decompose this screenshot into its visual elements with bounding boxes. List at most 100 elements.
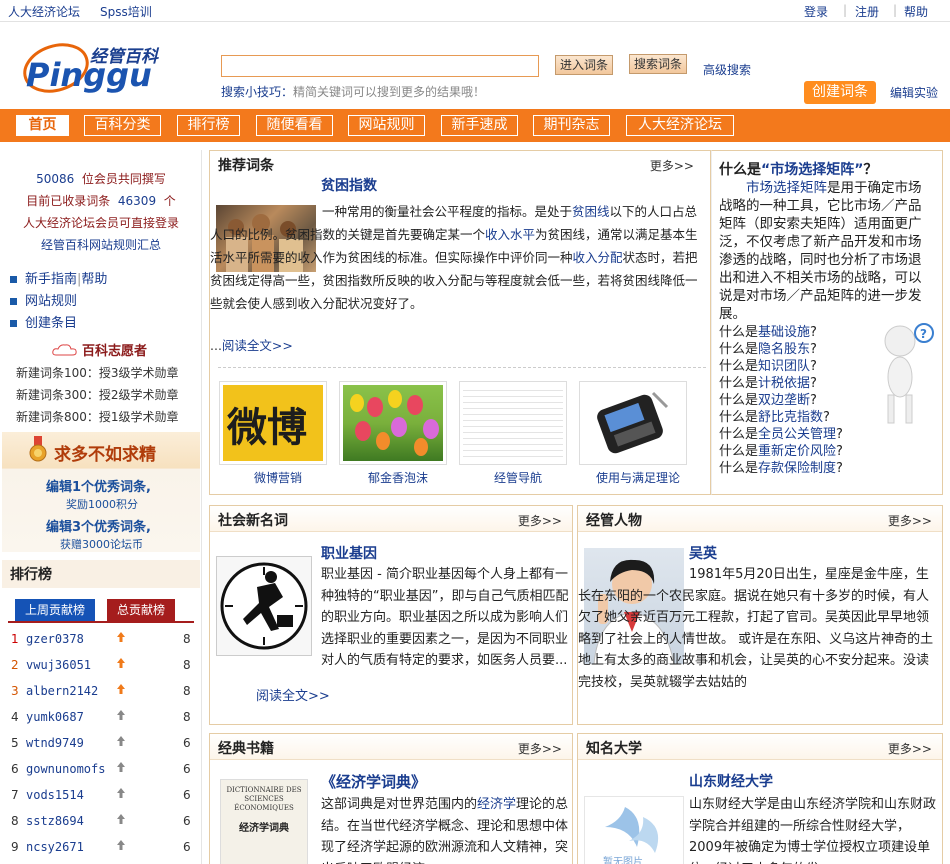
rules-link[interactable]: 网站规则 [25,294,77,309]
faq-item: 什么是基础设施? [719,324,879,341]
rank-number: 3 [11,684,19,698]
social-more-link[interactable]: 更多>> [518,512,562,529]
nav-newbie[interactable]: 新手速成 [441,115,518,136]
sidebar-item-rules: 网站规则 [10,290,77,309]
thumb-caption[interactable]: 经管导航 [459,469,577,486]
nav-random[interactable]: 随便看看 [256,115,333,136]
faq-q-term[interactable]: “市场选择矩阵” [761,162,863,178]
recommend-entry-title[interactable]: 贫困指数 [321,175,377,195]
nav-forum[interactable]: 人大经济论坛 [626,115,734,136]
medal-icon [28,436,48,464]
books-more-link[interactable]: 更多>> [518,740,562,757]
arrow-up-gray-icon [116,761,126,776]
quality-banner[interactable]: 求多不如求精 编辑1个优秀词条, 奖励1000积分 编辑3个优秀词条, 获赠30… [2,432,200,552]
career-gene-image[interactable] [216,556,312,656]
faq-item-link[interactable]: 计税依据 [758,376,810,391]
advanced-search-link[interactable]: 高级搜索 [703,61,751,78]
tab-total-rank[interactable]: 总贡献榜 [107,599,175,621]
navigation-image [463,385,563,461]
edit-experiment-link[interactable]: 编辑实验 [890,84,938,101]
univ-entry-title[interactable]: 山东财经大学 [689,771,773,791]
rank-username[interactable]: gownunomofs [26,762,105,776]
link-spss-training[interactable]: Spss培训 [100,3,152,20]
search-input[interactable] [221,55,539,77]
link-income-level[interactable]: 收入水平 [485,227,535,242]
social-read-more-link[interactable]: 阅读全文>> [256,686,330,707]
rank-username[interactable]: sstz8694 [26,814,84,828]
link-rdjj-forum[interactable]: 人大经济论坛 [8,3,80,20]
faq-item-prefix: 什么是 [719,325,759,340]
faq-item-suffix: ? [810,376,817,391]
help-question-icon: ? [920,327,927,341]
rank-row: 4 yumk0687 8 [0,706,202,732]
entry-unit: 个 [163,194,176,208]
create-link[interactable]: 创建条目 [25,316,77,331]
register-link[interactable]: 注册 [855,3,879,20]
books-entry-title[interactable]: 《经济学词典》 [321,771,426,792]
link-poverty-line[interactable]: 贫困线 [572,204,610,219]
login-link[interactable]: 登录 [804,3,828,20]
help-link-side[interactable]: 帮助 [81,272,107,287]
rank-row: 6 gownunomofs 6 [0,758,202,784]
rank-username[interactable]: gzer0378 [26,632,84,646]
rules-summary-link[interactable]: 经管百科网站规则汇总 [0,236,202,253]
rank-username[interactable]: ncsy2671 [26,840,84,854]
nav-home[interactable]: 首页 [16,115,69,136]
faq-item-link[interactable]: 基础设施 [758,325,810,340]
faq-panel: 什么是“市场选择矩阵”？ 市场选择矩阵是用于确定市场战略的一种工具，它比市场／产… [711,150,943,495]
rank-username[interactable]: vods1514 [26,788,84,802]
book-cover[interactable]: DICTIONNAIRE DES SCIENCES ÉCONOMIQUES 经济… [220,779,308,864]
tab-weekly-rank[interactable]: 上周贡献榜 [15,599,95,621]
thumb-phone[interactable] [579,381,687,465]
ellipsis: ... [210,338,222,353]
people-entry-title[interactable]: 吴英 [689,543,717,563]
arrow-up-orange-icon [116,683,126,698]
rank-username[interactable]: wtnd9749 [26,736,84,750]
univ-image[interactable]: 暂无图片 [584,796,684,864]
thumb-weibo[interactable]: 微博 [219,381,327,465]
faq-item-prefix: 什么是 [719,342,759,357]
people-summary: 1981年5月20日出生，星座是金牛座，生长在东阳的一个农民家庭。据说在她只有十… [578,567,934,690]
rank-username[interactable]: vwuj36051 [26,658,91,672]
site-logo[interactable]: Pinggu 经管百科 [20,34,180,98]
create-entry-button[interactable]: 创建词条 [804,81,876,104]
social-entry-title[interactable]: 职业基因 [321,543,377,563]
nav-categories[interactable]: 百科分类 [84,115,161,136]
faq-item-suffix: ? [823,410,830,425]
faq-item-link[interactable]: 知识团队 [758,359,810,374]
faq-item-link[interactable]: 舒比克指数 [758,410,823,425]
faq-item-link[interactable]: 存款保险制度 [758,461,836,476]
faq-item-link[interactable]: 全员公关管理 [758,427,836,442]
rank-header: 排行榜 [2,560,200,588]
faq-item-link[interactable]: 双边垄断 [758,393,810,408]
recommend-read-more-link[interactable]: 阅读全文>> [222,338,293,353]
faq-item-link[interactable]: 重新定价风险 [758,444,836,459]
thumb-tulip[interactable] [339,381,447,465]
guide-link[interactable]: 新手指南 [25,272,77,287]
people-more-link[interactable]: 更多>> [888,512,932,529]
thumb-caption[interactable]: 郁金香泡沫 [339,469,457,486]
search-entry-button[interactable]: 搜索词条 [629,54,687,74]
thumb-caption[interactable]: 使用与满足理论 [579,469,697,486]
nav-rules[interactable]: 网站规则 [348,115,425,136]
link-income-distribution[interactable]: 收入分配 [573,250,623,265]
thumb-caption[interactable]: 微博营销 [219,469,337,486]
rank-score: 6 [183,814,191,828]
faq-item: 什么是舒比克指数? [719,409,879,426]
univ-more-link[interactable]: 更多>> [888,740,932,757]
economics-link[interactable]: 经济学 [477,797,516,812]
member-stat: 50086 位会员共同撰写 [0,170,202,187]
nav-journals[interactable]: 期刊杂志 [533,115,610,136]
rank-username[interactable]: yumk0687 [26,710,84,724]
help-link[interactable]: 帮助 [904,3,928,20]
rank-number: 1 [11,632,19,646]
recommend-more-link[interactable]: 更多>> [650,157,694,174]
rank-username[interactable]: albern2142 [26,684,98,698]
thumb-navigation[interactable] [459,381,567,465]
enter-entry-button[interactable]: 进入词条 [555,55,613,75]
nav-ranking[interactable]: 排行榜 [177,115,240,136]
faq-answer-link[interactable]: 市场选择矩阵 [746,180,827,196]
entry-stat-text: 目前已收录词条 [26,194,111,208]
faq-item-link[interactable]: 隐名股东 [758,342,810,357]
cover-chinese-title: 经济学词典 [239,823,289,834]
